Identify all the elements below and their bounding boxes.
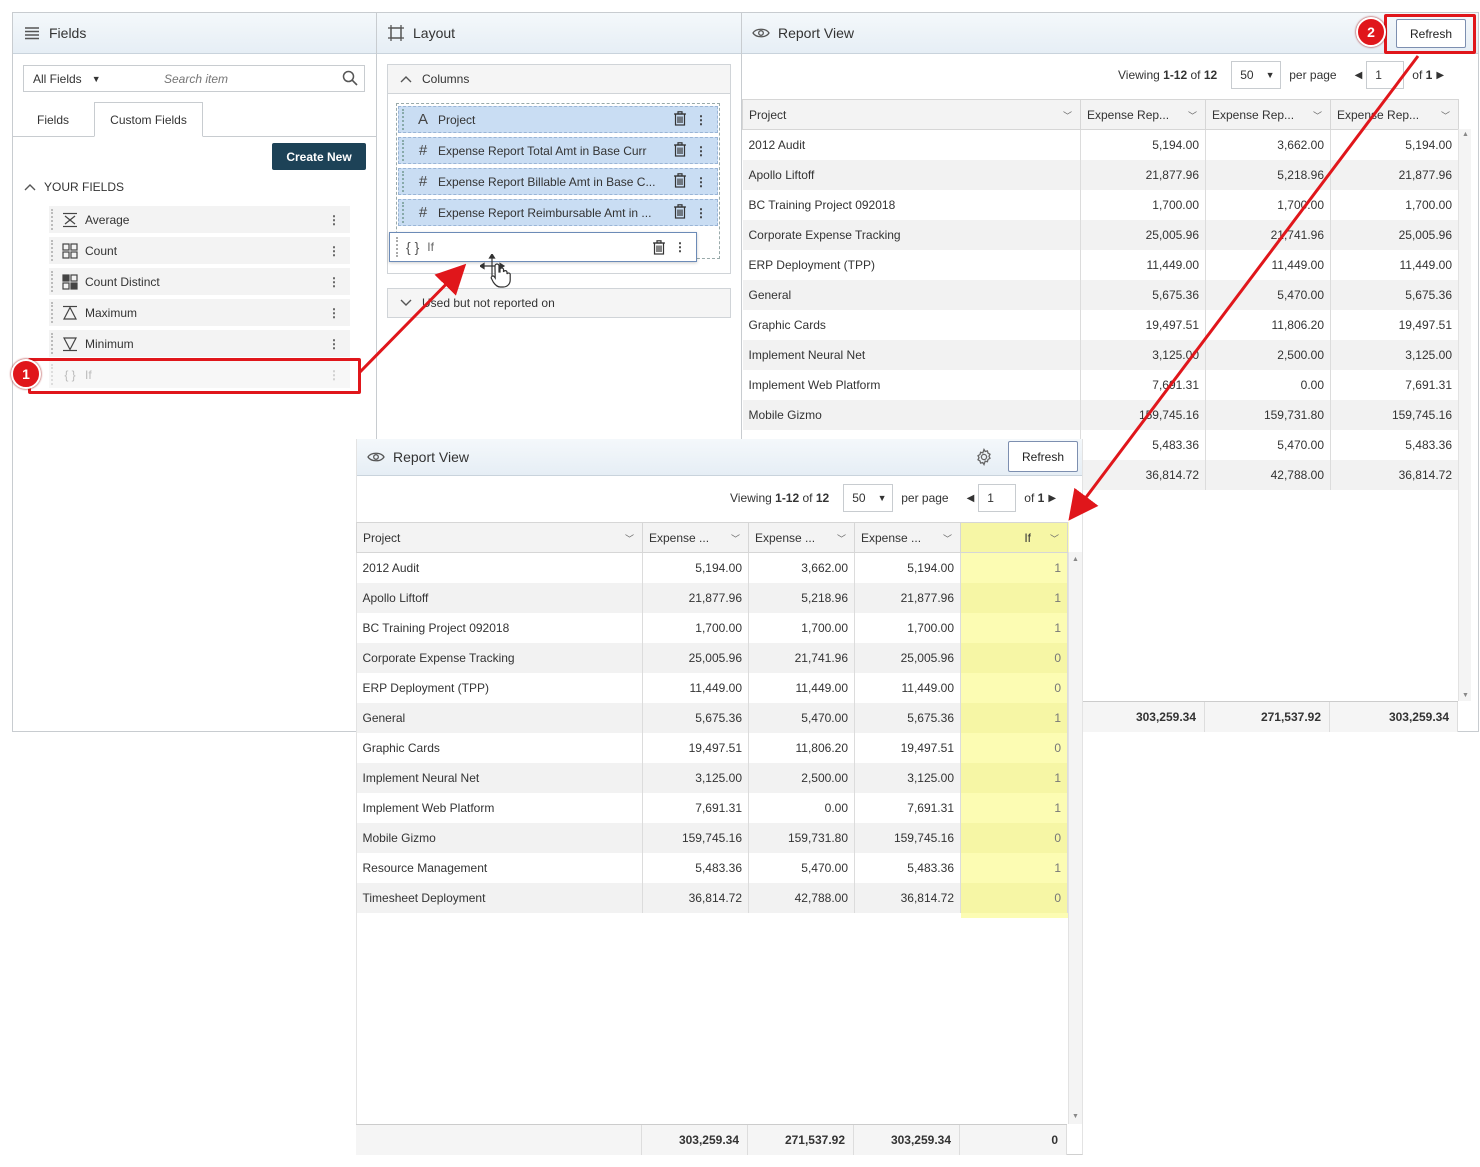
step-badge-1: 1	[11, 359, 41, 389]
annotation-arrows	[358, 55, 1420, 521]
arrow-step1	[358, 263, 467, 374]
step-badge-2: 2	[1356, 17, 1386, 47]
arrow-step2	[1068, 55, 1420, 521]
